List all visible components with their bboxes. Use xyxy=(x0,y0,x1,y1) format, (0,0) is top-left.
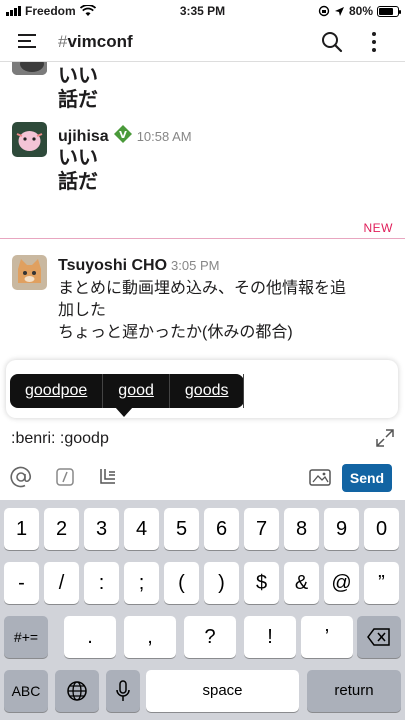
expand-icon[interactable] xyxy=(375,428,395,448)
autocomplete-option[interactable]: good xyxy=(103,374,170,408)
svg-text:V: V xyxy=(119,130,127,141)
autocomplete-option[interactable]: goods xyxy=(170,374,245,408)
key[interactable]: ( xyxy=(164,562,199,604)
author-name[interactable]: Tsuyoshi CHO xyxy=(58,257,167,274)
keyboard-row-punct: #+= . , ? ! ’ xyxy=(0,616,405,658)
key[interactable]: 2 xyxy=(44,508,79,550)
send-button[interactable]: Send xyxy=(342,464,392,492)
message-header: ujihisa V 10:58 AM xyxy=(58,124,192,146)
composer-toolbar: Send xyxy=(0,456,405,498)
status-bar: Freedom 3:35 PM 80% xyxy=(0,0,405,22)
vim-badge-icon: V xyxy=(113,125,132,143)
key[interactable]: , xyxy=(124,616,176,658)
format-icon[interactable] xyxy=(97,466,119,488)
key[interactable]: . xyxy=(64,616,116,658)
key[interactable]: & xyxy=(284,562,319,604)
key[interactable]: ” xyxy=(364,562,399,604)
message-input[interactable]: :benri: :goodp xyxy=(11,430,109,448)
key[interactable]: ) xyxy=(204,562,239,604)
keyboard-row-symbols: - / : ; ( ) $ & @ ” xyxy=(0,562,405,604)
location-icon xyxy=(334,6,344,16)
mention-icon[interactable] xyxy=(10,466,32,488)
popup-tail xyxy=(115,407,133,417)
dictation-key[interactable] xyxy=(106,670,140,712)
avatar[interactable] xyxy=(12,62,47,75)
key[interactable]: 5 xyxy=(164,508,199,550)
autocomplete-popup: goodpoe good goods xyxy=(10,374,245,417)
message-time: 10:58 AM xyxy=(136,129,192,144)
key[interactable]: ; xyxy=(124,562,159,604)
menu-icon[interactable] xyxy=(18,34,36,49)
slash-command-icon[interactable] xyxy=(54,466,76,488)
key[interactable]: / xyxy=(44,562,79,604)
new-messages-divider xyxy=(0,238,405,239)
search-icon[interactable] xyxy=(321,31,343,53)
message-time: 3:05 PM xyxy=(171,258,220,273)
message-text: いい 話だ xyxy=(58,147,98,193)
battery-icon xyxy=(377,5,401,17)
keyboard-row-bottom: ABC space return xyxy=(0,670,405,712)
key[interactable]: 0 xyxy=(364,508,399,550)
backspace-key[interactable] xyxy=(357,616,401,658)
key[interactable]: 7 xyxy=(244,508,279,550)
avatar[interactable] xyxy=(12,122,47,157)
abc-key[interactable]: ABC xyxy=(4,670,48,712)
message-composer: goodpoe good goods :benri: :goodp Send xyxy=(0,358,405,500)
autocomplete-option[interactable]: goodpoe xyxy=(10,374,104,408)
key[interactable]: - xyxy=(4,562,39,604)
key[interactable]: @ xyxy=(324,562,359,604)
battery-percent: 80% xyxy=(348,4,373,18)
key[interactable]: : xyxy=(84,562,119,604)
message-list[interactable]: いい 話だ ujihisa V 10:58 AM いい 話だ NEW Tsuyosh… xyxy=(0,62,405,358)
channel-title[interactable]: #vimconf xyxy=(58,32,133,52)
globe-key[interactable] xyxy=(55,670,99,712)
key[interactable]: 8 xyxy=(284,508,319,550)
message-text: まとめに動画埋め込み、その他情報を追 加した ちょっと遅かったか(休みの都合) xyxy=(58,280,347,341)
new-messages-label: NEW xyxy=(363,221,393,235)
photo-icon[interactable] xyxy=(308,466,332,488)
key[interactable]: 6 xyxy=(204,508,239,550)
key[interactable]: $ xyxy=(244,562,279,604)
channel-name: vimconf xyxy=(67,32,133,51)
key[interactable]: ’ xyxy=(301,616,353,658)
key[interactable]: ? xyxy=(184,616,236,658)
globe-icon xyxy=(67,681,87,701)
microphone-icon xyxy=(116,680,130,701)
more-options-icon[interactable] xyxy=(371,32,377,52)
message-header: Tsuyoshi CHO 3:05 PM xyxy=(58,257,219,275)
key[interactable]: 3 xyxy=(84,508,119,550)
status-right: 80% xyxy=(318,4,401,18)
key[interactable]: 9 xyxy=(324,508,359,550)
key[interactable]: 1 xyxy=(4,508,39,550)
avatar[interactable] xyxy=(12,255,47,290)
key[interactable]: ! xyxy=(244,616,296,658)
space-key[interactable]: space xyxy=(146,670,299,712)
return-key[interactable]: return xyxy=(307,670,401,712)
message-text: いい 話だ xyxy=(58,65,98,111)
author-name[interactable]: ujihisa xyxy=(58,128,109,145)
key[interactable]: 4 xyxy=(124,508,159,550)
keyboard: 1 2 3 4 5 6 7 8 9 0 - / : ; ( ) $ & @ ” … xyxy=(0,500,405,720)
more-symbols-key[interactable]: #+= xyxy=(4,616,48,658)
channel-header: #vimconf xyxy=(0,22,405,62)
rotation-lock-icon xyxy=(318,5,330,17)
backspace-icon xyxy=(367,628,390,646)
keyboard-row-numbers: 1 2 3 4 5 6 7 8 9 0 xyxy=(0,508,405,550)
